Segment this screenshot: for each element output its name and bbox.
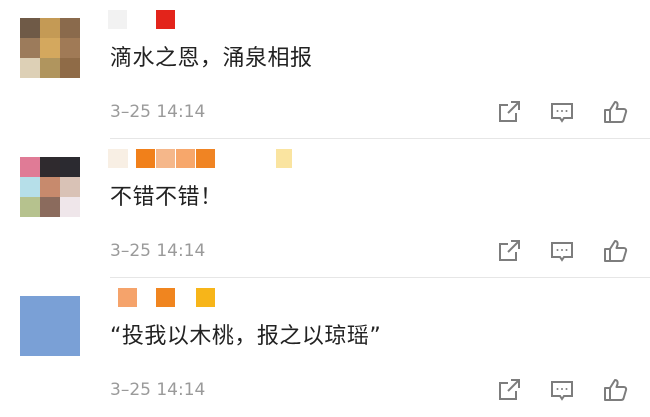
avatar-mosaic-tile — [20, 18, 40, 38]
share-icon[interactable] — [494, 375, 524, 405]
comment-text: “投我以木桃，报之以琼瑶” — [110, 324, 382, 349]
name-blur-block — [156, 10, 175, 29]
name-blur-block — [176, 149, 195, 168]
like-icon[interactable] — [600, 375, 630, 405]
avatar-mosaic-tile — [60, 197, 80, 217]
comment-item: “投我以木桃，报之以琼瑶” 3–25 14:14 — [0, 278, 650, 417]
avatar-mosaic-tile — [20, 157, 40, 177]
username-blurred[interactable] — [108, 10, 408, 32]
avatar-mosaic-tile — [20, 197, 40, 217]
name-blur-block — [136, 149, 155, 168]
username-blurred[interactable] — [108, 149, 408, 171]
username-blurred[interactable] — [108, 288, 408, 310]
avatar-mosaic-tile — [60, 38, 80, 58]
avatar-mosaic-tile — [40, 197, 60, 217]
comment-icon[interactable] — [547, 97, 577, 127]
name-blur-block — [118, 288, 137, 307]
comment-text: 滴水之恩，涌泉相报 — [110, 46, 313, 71]
avatar-mosaic-tile — [60, 157, 80, 177]
share-icon[interactable] — [494, 236, 524, 266]
avatar-mosaic-tile — [40, 58, 60, 78]
avatar-mosaic-tile — [20, 58, 40, 78]
name-blur-block — [156, 288, 175, 307]
avatar-mosaic-tile — [60, 177, 80, 197]
avatar-mosaic-tile — [60, 58, 80, 78]
name-blur-block — [108, 149, 128, 168]
avatar-mosaic-tile — [40, 177, 60, 197]
avatar[interactable] — [20, 157, 80, 217]
like-icon[interactable] — [600, 97, 630, 127]
comment-time: 3–25 14:14 — [110, 102, 206, 122]
avatar[interactable] — [20, 296, 80, 356]
share-icon[interactable] — [494, 97, 524, 127]
like-icon[interactable] — [600, 236, 630, 266]
name-blur-block — [276, 149, 292, 168]
comment-item: 滴水之恩，涌泉相报 3–25 14:14 — [0, 0, 650, 139]
avatar-mosaic-tile — [60, 18, 80, 38]
comment-text: 不错不错！ — [110, 185, 223, 210]
comment-time: 3–25 14:14 — [110, 380, 206, 400]
name-blur-block — [156, 149, 175, 168]
comment-icon[interactable] — [547, 375, 577, 405]
comment-time: 3–25 14:14 — [110, 241, 206, 261]
comment-item: 不错不错！ 3–25 14:14 — [0, 139, 650, 278]
avatar-mosaic-tile — [20, 38, 40, 58]
comment-icon[interactable] — [547, 236, 577, 266]
name-blur-block — [196, 149, 215, 168]
name-blur-block — [108, 10, 127, 29]
avatar-mosaic-tile — [40, 157, 60, 177]
avatar-mosaic-tile — [20, 177, 40, 197]
name-blur-block — [196, 288, 215, 307]
avatar-mosaic-tile — [40, 18, 60, 38]
avatar[interactable] — [20, 18, 80, 78]
avatar-mosaic-tile — [40, 38, 60, 58]
